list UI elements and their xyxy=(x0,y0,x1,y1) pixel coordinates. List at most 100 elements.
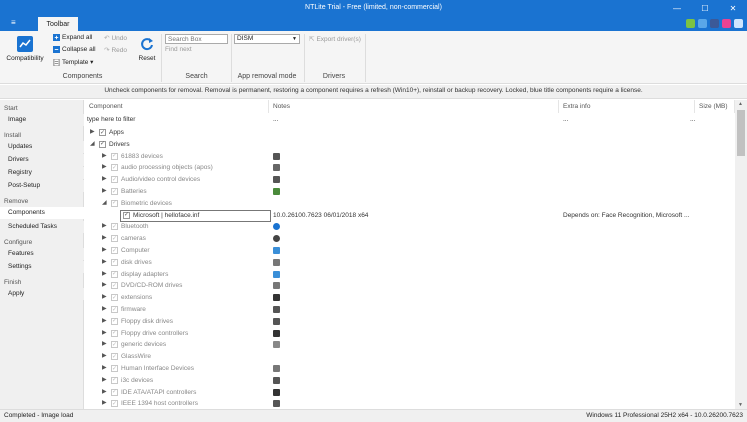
expand-arrow-icon[interactable]: ▶ xyxy=(102,174,107,186)
expand-arrow-icon[interactable]: ▶ xyxy=(102,398,107,409)
undo-button[interactable]: ↶ Undo xyxy=(104,34,127,43)
minimize-button[interactable]: — xyxy=(663,0,691,17)
expand-arrow-icon[interactable]: ▶ xyxy=(102,269,107,281)
row-checkbox[interactable]: ✓ xyxy=(111,353,118,361)
column-header-component[interactable]: Component xyxy=(85,100,269,113)
collapse-all-button[interactable]: Collapse all xyxy=(53,46,96,53)
expand-arrow-icon[interactable]: ▶ xyxy=(102,387,107,399)
removal-mode-select[interactable]: DISM ▼ xyxy=(234,34,300,44)
expand-arrow-icon[interactable]: ▶ xyxy=(102,151,107,163)
row-checkbox[interactable]: ✓ xyxy=(99,140,106,148)
expand-arrow-icon[interactable]: ▶ xyxy=(102,304,107,316)
table-row[interactable]: ▶ ✓ extensions xyxy=(85,292,735,304)
table-row[interactable]: ▶ ✓ cameras xyxy=(85,233,735,245)
row-checkbox[interactable]: ✓ xyxy=(111,365,118,372)
hint-icon[interactable] xyxy=(686,19,695,28)
table-row[interactable]: ▶ ✓ audio processing objects (apos) xyxy=(85,162,735,174)
sidebar-item-drivers[interactable]: Drivers xyxy=(0,154,84,166)
tab-toolbar[interactable]: Toolbar xyxy=(38,17,78,31)
table-row[interactable]: ▶ ✓ firmware xyxy=(85,304,735,316)
expand-arrow-icon[interactable]: ▶ xyxy=(102,221,107,233)
table-row[interactable]: ◢ ✓ Drivers xyxy=(85,139,735,151)
table-row[interactable]: ▶ ✓ display adapters xyxy=(85,269,735,281)
sidebar-item-apply[interactable]: Apply xyxy=(0,288,84,300)
reset-button[interactable]: Reset xyxy=(135,33,159,65)
row-checkbox[interactable]: ✓ xyxy=(111,235,118,243)
expand-arrow-icon[interactable]: ▶ xyxy=(102,280,107,292)
table-row[interactable]: ▶ ✓ GlassWire xyxy=(85,351,735,363)
row-checkbox[interactable]: ✓ xyxy=(111,247,118,254)
expand-arrow-icon[interactable]: ▶ xyxy=(102,363,107,375)
row-checkbox[interactable]: ✓ xyxy=(111,282,118,290)
expand-arrow-icon[interactable]: ▶ xyxy=(102,316,107,328)
expand-arrow-icon[interactable]: ▶ xyxy=(102,328,107,340)
row-checkbox[interactable]: ✓ xyxy=(111,199,118,207)
maximize-button[interactable]: ☐ xyxy=(691,0,719,17)
sidebar-item-components[interactable]: Components xyxy=(0,207,84,219)
expand-arrow-icon[interactable]: ▶ xyxy=(102,351,107,363)
table-row[interactable]: ▶ ✓ disk drives xyxy=(85,257,735,269)
expand-arrow-icon[interactable]: ▶ xyxy=(102,292,107,304)
table-row[interactable]: ▶ ✓ i3c devices xyxy=(85,375,735,387)
row-checkbox[interactable]: ✓ xyxy=(111,306,118,313)
table-row[interactable]: ▶ ✓ generic devices xyxy=(85,339,735,351)
column-header-notes[interactable]: Notes xyxy=(269,100,559,113)
expand-arrow-icon[interactable]: ▶ xyxy=(102,245,107,257)
filter-extra[interactable]: ... xyxy=(563,114,568,125)
row-checkbox[interactable]: ✓ xyxy=(111,317,118,325)
expand-arrow-icon[interactable]: ▶ xyxy=(102,257,107,269)
row-checkbox[interactable]: ✓ xyxy=(111,152,118,160)
expand-arrow-icon[interactable]: ▶ xyxy=(102,339,107,351)
row-checkbox[interactable]: ✓ xyxy=(111,400,118,408)
expand-arrow-icon[interactable]: ▶ xyxy=(90,127,95,139)
table-row[interactable]: ▶ ✓ IEEE 1394 host controllers xyxy=(85,398,735,409)
expand-arrow-icon[interactable]: ▶ xyxy=(102,162,107,174)
table-row[interactable]: ◢ ✓ Biometric devices xyxy=(85,198,735,210)
table-row[interactable]: ▶ ✓ 61883 devices xyxy=(85,151,735,163)
column-header-extra-info[interactable]: Extra info xyxy=(559,100,695,113)
collapse-arrow-icon[interactable]: ◢ xyxy=(102,198,107,210)
template-button[interactable]: Template ▾ xyxy=(53,58,93,66)
row-checkbox[interactable]: ✓ xyxy=(111,164,118,172)
search-input[interactable] xyxy=(165,34,228,44)
export-drivers-button[interactable]: ⇱ Export driver(s) xyxy=(309,35,361,44)
table-row[interactable]: ▶ ✓ Human Interface Devices xyxy=(85,363,735,375)
vertical-scrollbar[interactable]: ▲ ▼ xyxy=(735,100,747,409)
sidebar-item-registry[interactable]: Registry xyxy=(0,167,84,179)
table-row[interactable]: ▶ ✓ Floppy disk drives xyxy=(85,316,735,328)
table-row[interactable]: ▶ ✓ Floppy drive controllers xyxy=(85,328,735,340)
row-checkbox[interactable]: ✓ xyxy=(111,294,118,302)
expand-all-button[interactable]: Expand all xyxy=(53,34,92,41)
scroll-up-icon[interactable]: ▲ xyxy=(738,101,743,107)
scroll-down-icon[interactable]: ▼ xyxy=(738,402,743,408)
scrollbar-thumb[interactable] xyxy=(737,110,745,156)
table-row[interactable]: ▶ ✓ IDE ATA/ATAPI controllers xyxy=(85,387,735,399)
sidebar-item-scheduled-tasks[interactable]: Scheduled Tasks xyxy=(0,221,84,233)
redo-button[interactable]: ↷ Redo xyxy=(104,46,127,55)
row-checkbox[interactable]: ✓ xyxy=(111,270,118,278)
collapse-arrow-icon[interactable]: ◢ xyxy=(90,139,95,151)
expand-arrow-icon[interactable]: ▶ xyxy=(102,186,107,198)
sidebar-item-settings[interactable]: Settings xyxy=(0,261,84,273)
sidebar-item-features[interactable]: Features xyxy=(0,248,84,260)
info-icon[interactable] xyxy=(734,19,743,28)
row-checkbox[interactable]: ✓ xyxy=(111,388,118,396)
expand-arrow-icon[interactable]: ▶ xyxy=(102,375,107,387)
row-checkbox[interactable]: ✓ xyxy=(111,376,118,384)
table-row[interactable]: ▶ ✓ DVD/CD-ROM drives xyxy=(85,280,735,292)
sidebar-item-post-setup[interactable]: Post-Setup xyxy=(0,180,84,192)
table-row[interactable]: ▶ ✓ Computer xyxy=(85,245,735,257)
table-row[interactable]: ▶ ✓ Apps xyxy=(85,127,735,139)
table-row[interactable]: ▶ ✓ Bluetooth xyxy=(85,221,735,233)
facebook-icon[interactable] xyxy=(710,19,719,28)
row-checkbox[interactable]: ✓ xyxy=(111,258,118,266)
filter-size[interactable]: ... xyxy=(690,114,695,125)
compatibility-button[interactable]: Compatibility xyxy=(4,33,46,65)
filter-input[interactable]: type here to filter xyxy=(87,114,135,125)
row-checkbox[interactable]: ✓ xyxy=(111,176,118,184)
table-row[interactable]: ▶ ✓ Audio/video control devices xyxy=(85,174,735,186)
filter-notes[interactable]: ... xyxy=(273,114,278,125)
sidebar-item-updates[interactable]: Updates xyxy=(0,141,84,153)
sidebar-item-image[interactable]: Image xyxy=(0,114,84,126)
table-row[interactable]: ✓ Microsoft | helloface.inf 10.0.26100.762… xyxy=(85,209,735,222)
